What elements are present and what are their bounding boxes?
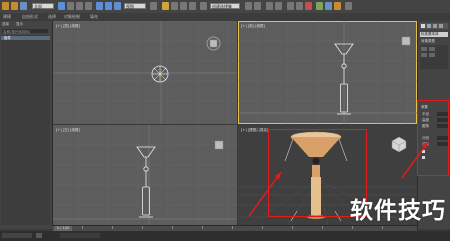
status-bar bbox=[0, 231, 450, 241]
object-type-button[interactable] bbox=[421, 53, 427, 57]
viewport-left[interactable]: [+] [左] [线框] bbox=[53, 125, 237, 225]
select-object-icon[interactable] bbox=[58, 2, 65, 10]
viewport-front-grid bbox=[238, 21, 417, 124]
align-icon[interactable] bbox=[254, 2, 261, 10]
move-icon[interactable] bbox=[96, 2, 103, 10]
rotate-icon[interactable] bbox=[105, 2, 112, 10]
object-type-button[interactable] bbox=[429, 47, 435, 51]
scene-explorer-header: 名称(按升序排序) bbox=[3, 30, 31, 34]
select-by-name-icon[interactable] bbox=[67, 2, 74, 10]
coordinate-fields[interactable] bbox=[60, 233, 100, 238]
annotation-arrow-right bbox=[401, 141, 429, 179]
viewport-left-label[interactable]: [+] [左] [线框] bbox=[56, 128, 80, 133]
ribbon-tab-populate[interactable]: 填充 bbox=[90, 14, 98, 20]
watermark-text: 软件技巧 bbox=[350, 198, 446, 224]
toolbar-extra-icon[interactable] bbox=[345, 2, 352, 10]
percent-snap-icon[interactable] bbox=[180, 2, 187, 10]
hierarchy-tab-icon[interactable] bbox=[433, 24, 437, 28]
annotation-arrow-left bbox=[248, 171, 282, 217]
window-crossing-icon[interactable] bbox=[85, 2, 92, 10]
primitive-type-dropdown[interactable]: 标准基本体 bbox=[420, 32, 448, 37]
material-editor-icon[interactable] bbox=[305, 2, 312, 10]
scale-icon[interactable] bbox=[114, 2, 121, 10]
scene-explorer-list[interactable] bbox=[1, 35, 50, 225]
graphite-toggle-icon[interactable] bbox=[275, 2, 282, 10]
viewcube-top-icon[interactable] bbox=[206, 36, 221, 51]
curve-editor-icon[interactable] bbox=[287, 2, 294, 10]
reference-coord-dropdown[interactable]: 视图 bbox=[124, 3, 146, 9]
viewcube-left-icon[interactable] bbox=[213, 139, 225, 151]
create-selection-set-dropdown[interactable]: 创建选择集 bbox=[210, 3, 240, 9]
render-icon[interactable] bbox=[334, 2, 341, 10]
snap-toggle-icon[interactable] bbox=[162, 2, 169, 10]
main-toolbar: 全部 视图 创建选择集 bbox=[0, 0, 450, 14]
scene-explorer-item-label: 组件 bbox=[4, 36, 11, 40]
scene-explorer-tab-select[interactable]: 选择 bbox=[2, 22, 9, 27]
spinner-snap-icon[interactable] bbox=[189, 2, 196, 10]
viewport-front[interactable]: [+] [前] [线框] bbox=[238, 21, 417, 124]
object-type-button[interactable] bbox=[429, 53, 435, 57]
viewport-front-label[interactable]: [+] [前] [线框] bbox=[241, 24, 265, 29]
ribbon-tab-modeling[interactable]: 建模 bbox=[3, 14, 11, 20]
object-type-button[interactable] bbox=[421, 47, 427, 51]
modify-tab-icon[interactable] bbox=[427, 24, 431, 28]
lamp-front-view-object[interactable] bbox=[334, 42, 354, 116]
lamp-top-view-object[interactable] bbox=[151, 65, 169, 83]
scene-explorer-panel: 选择 显示 名称(按升序排序) 组件 bbox=[0, 21, 53, 229]
rect-selection-icon[interactable] bbox=[76, 2, 83, 10]
schematic-view-icon[interactable] bbox=[296, 2, 303, 10]
rendered-frame-icon[interactable] bbox=[325, 2, 332, 10]
motion-tab-icon[interactable] bbox=[439, 24, 443, 28]
selection-filter-dropdown[interactable]: 全部 bbox=[32, 3, 54, 9]
scene-explorer-tab-display[interactable]: 显示 bbox=[16, 22, 23, 27]
object-type-rollout[interactable]: 对象类型 bbox=[421, 39, 435, 44]
viewcube-front-icon[interactable] bbox=[400, 35, 412, 47]
pivot-center-icon[interactable] bbox=[150, 2, 157, 10]
layer-manager-icon[interactable] bbox=[266, 2, 273, 10]
edit-named-selection-icon[interactable] bbox=[200, 2, 207, 10]
link-icon[interactable] bbox=[20, 2, 27, 10]
viewport-perspective-label[interactable]: [+] [透视] [真实] bbox=[241, 128, 268, 133]
viewport-top-label[interactable]: [+] [顶] [线框] bbox=[56, 24, 80, 29]
lamp-left-view-object[interactable] bbox=[136, 145, 156, 219]
undo-icon[interactable] bbox=[2, 2, 9, 10]
render-setup-icon[interactable] bbox=[316, 2, 323, 10]
maxscript-listener[interactable] bbox=[2, 233, 32, 238]
status-icon[interactable] bbox=[36, 233, 42, 238]
redo-icon[interactable] bbox=[11, 2, 18, 10]
mirror-icon[interactable] bbox=[245, 2, 252, 10]
create-tab-icon[interactable] bbox=[421, 24, 425, 28]
ribbon-tab-freeform[interactable]: 自由形式 bbox=[22, 14, 38, 20]
viewport-top[interactable]: [+] [顶] [线框] bbox=[53, 21, 237, 124]
ribbon-tab-object-paint[interactable]: 对象绘制 bbox=[64, 14, 80, 20]
angle-snap-icon[interactable] bbox=[171, 2, 178, 10]
ribbon-tab-selection[interactable]: 选择 bbox=[48, 14, 56, 20]
